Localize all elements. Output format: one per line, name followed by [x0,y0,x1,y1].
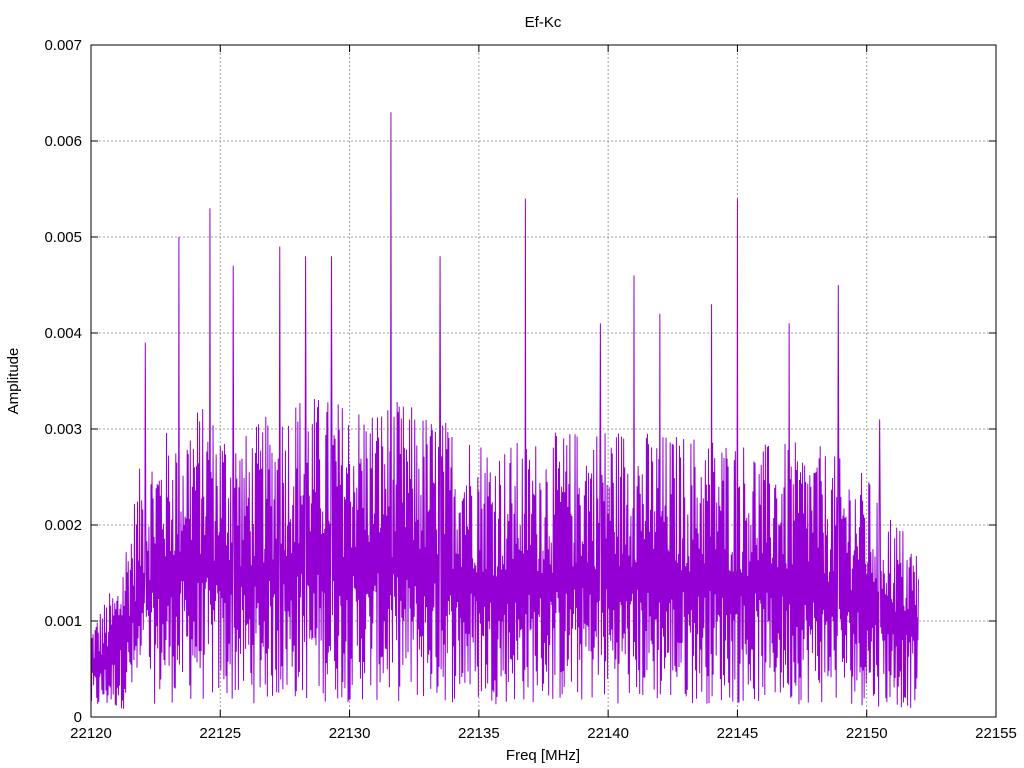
x-axis-label: Freq [MHz] [506,747,580,764]
y-tick-label: 0.005 [44,229,82,246]
x-tick-label: 22155 [975,725,1017,742]
x-tick-labels: 22120 22125 22130 22135 22140 22145 22150 22155 [70,725,1017,742]
amplitude-series-line [90,112,919,709]
y-tick-label: 0 [74,709,82,726]
y-tick-label: 0.002 [44,517,82,534]
x-tick-label: 22140 [587,725,629,742]
y-tick-label: 0.003 [44,421,82,438]
y-tick-labels: 0 0.001 0.002 0.003 0.004 0.005 0.006 0.007 [44,37,82,726]
chart: Ef-Kc 22120 22125 22130 22135 22140 22145 2215… [5,14,1017,764]
y-tick-label: 0.007 [44,37,82,54]
y-tick-label: 0.004 [44,325,82,342]
x-tick-label: 22145 [717,725,759,742]
y-tick-label: 0.001 [44,613,82,630]
x-tick-label: 22130 [329,725,371,742]
x-tick-label: 22125 [199,725,241,742]
plot-area [90,44,997,718]
x-tick-label: 22120 [70,725,112,742]
chart-title: Ef-Kc [525,14,562,31]
x-tick-label: 22150 [846,725,888,742]
x-tick-label: 22135 [458,725,500,742]
y-tick-label: 0.006 [44,133,82,150]
y-axis-label: Amplitude [5,348,22,415]
series-line [90,112,919,709]
